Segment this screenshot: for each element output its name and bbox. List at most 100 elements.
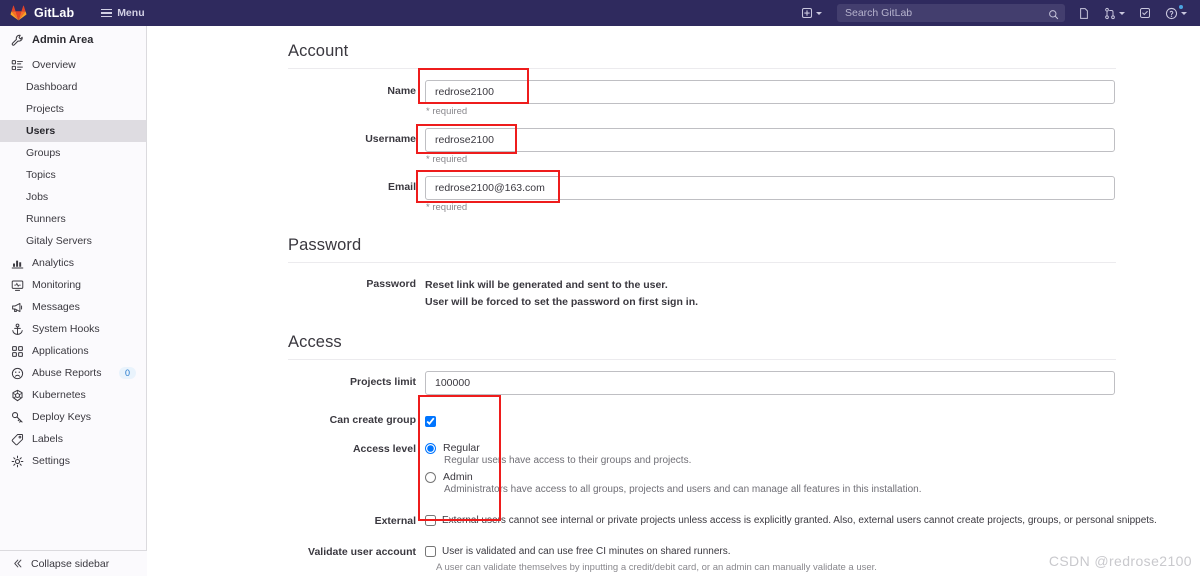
form-row-email: Email * required	[147, 165, 1200, 213]
chevron-down-icon	[1119, 11, 1125, 15]
can-create-group-checkbox[interactable]	[425, 416, 436, 428]
section-heading-password: Password	[288, 213, 1116, 263]
label-projects-limit: Projects limit	[350, 376, 416, 388]
sidebar-item-runners[interactable]: Runners	[0, 208, 146, 230]
merge-requests-button[interactable]	[1097, 0, 1132, 26]
form-row-username: Username * required	[147, 117, 1200, 165]
section-heading-access: Access	[288, 310, 1116, 360]
navbar-menu-button[interactable]: Menu	[96, 4, 149, 22]
access-level-option-admin[interactable]: Admin	[425, 471, 1115, 483]
form-row-external: External External users cannot see inter…	[147, 500, 1200, 528]
sidebar-item-label: Runners	[26, 213, 66, 225]
label-can-create-group: Can create group	[329, 414, 416, 426]
sidebar-item-label: Groups	[26, 147, 61, 159]
form-row-name: Name * required	[147, 69, 1200, 117]
wrench-icon	[10, 33, 24, 47]
search-icon	[1048, 7, 1059, 25]
global-search[interactable]	[837, 4, 1065, 22]
label-username: Username	[365, 133, 416, 145]
sidebar-item-settings[interactable]: Settings	[0, 450, 146, 472]
validate-user-account-description: User is validated and can use free CI mi…	[442, 546, 731, 557]
notification-dot	[1179, 5, 1183, 9]
navbar-right-group	[794, 0, 1200, 26]
sidebar-item-labels[interactable]: Labels	[0, 428, 146, 450]
sidebar-item-users[interactable]: Users	[0, 120, 146, 142]
watermark: CSDN @redrose2100	[1048, 553, 1192, 569]
username-hint: * required	[426, 154, 468, 165]
sidebar-item-kubernetes[interactable]: Kubernetes	[0, 384, 146, 406]
collapse-sidebar-button[interactable]: Collapse sidebar	[0, 550, 147, 576]
sidebar-nav-list: Overview Dashboard Projects Users Groups Topi…	[0, 54, 146, 472]
todos-button[interactable]	[1132, 0, 1158, 26]
top-navbar: GitLab Menu	[0, 0, 1200, 26]
email-hint: * required	[426, 202, 468, 213]
navbar-left-group: GitLab Menu	[0, 4, 150, 22]
password-reset-line1: Reset link will be generated and sent to…	[425, 279, 668, 291]
sidebar-item-label: Settings	[32, 455, 70, 467]
username-input[interactable]	[425, 128, 1115, 152]
sidebar-item-label: System Hooks	[32, 323, 100, 335]
access-level-option-regular[interactable]: Regular	[425, 442, 1115, 454]
sidebar-item-jobs[interactable]: Jobs	[0, 186, 146, 208]
sidebar-item-label: Messages	[32, 301, 80, 313]
sidebar-item-abuse-reports[interactable]: Abuse Reports 0	[0, 362, 146, 384]
sidebar-item-projects[interactable]: Projects	[0, 98, 146, 120]
name-input[interactable]	[425, 80, 1115, 104]
sidebar-item-deploy-keys[interactable]: Deploy Keys	[0, 406, 146, 428]
kubernetes-icon	[10, 388, 24, 402]
chevron-down-icon	[816, 11, 822, 15]
sidebar-item-label: Deploy Keys	[32, 411, 91, 423]
projects-limit-input[interactable]	[425, 371, 1115, 395]
chart-icon	[10, 256, 24, 270]
access-level-radio-regular[interactable]	[425, 442, 436, 454]
sidebar-item-topics[interactable]: Topics	[0, 164, 146, 186]
access-level-label-admin: Admin	[443, 471, 473, 483]
sidebar-item-analytics[interactable]: Analytics	[0, 252, 146, 274]
sidebar-item-dashboard[interactable]: Dashboard	[0, 76, 146, 98]
gitlab-logo-icon[interactable]	[10, 5, 27, 21]
email-input[interactable]	[425, 176, 1115, 200]
applications-icon	[10, 344, 24, 358]
merge-request-icon	[1104, 7, 1116, 20]
label-external: External	[374, 515, 416, 527]
double-chevron-left-icon	[10, 557, 24, 571]
search-input[interactable]	[837, 7, 1065, 19]
access-level-radio-admin[interactable]	[425, 471, 436, 483]
label-icon	[10, 432, 24, 446]
sidebar-header-admin-area[interactable]: Admin Area	[0, 26, 146, 54]
form-row-password: Password Reset link will be generated an…	[147, 263, 1200, 310]
abuse-icon	[10, 366, 24, 380]
help-button[interactable]	[1158, 0, 1194, 26]
issues-button[interactable]	[1071, 0, 1097, 26]
label-access-level: Access level	[352, 443, 416, 455]
create-new-button[interactable]	[794, 0, 829, 26]
label-validate-user-account: Validate user account	[308, 546, 416, 558]
sidebar-item-system-hooks[interactable]: System Hooks	[0, 318, 146, 340]
sidebar-item-badge: 0	[118, 367, 136, 379]
sidebar-item-label: Jobs	[26, 191, 49, 203]
sidebar-item-label: Projects	[26, 103, 64, 115]
sidebar-item-groups[interactable]: Groups	[0, 142, 146, 164]
form-row-validate-user-account: Validate user account User is validated …	[147, 528, 1200, 573]
external-checkbox[interactable]	[425, 515, 436, 526]
issues-icon	[1078, 7, 1090, 20]
sidebar-item-gitaly-servers[interactable]: Gitaly Servers	[0, 230, 146, 252]
sidebar-item-label: Labels	[32, 433, 63, 445]
sidebar-item-label: Applications	[32, 345, 89, 357]
collapse-sidebar-label: Collapse sidebar	[31, 557, 110, 570]
overview-icon	[10, 58, 24, 72]
chevron-down-icon	[1181, 11, 1187, 15]
sidebar-item-label: Kubernetes	[32, 389, 86, 401]
main-content: Account Name * required Username * requi…	[147, 26, 1200, 576]
access-level-label-regular: Regular	[443, 442, 480, 454]
sidebar-item-label: Dashboard	[26, 81, 78, 93]
sidebar-item-overview[interactable]: Overview	[0, 54, 146, 76]
access-level-desc-regular: Regular users have access to their group…	[444, 455, 692, 466]
sidebar-item-label: Topics	[26, 169, 56, 181]
validate-user-account-checkbox[interactable]	[425, 546, 436, 557]
sidebar-item-label: Abuse Reports	[32, 367, 102, 379]
sidebar-item-applications[interactable]: Applications	[0, 340, 146, 362]
sidebar-item-messages[interactable]: Messages	[0, 296, 146, 318]
sidebar-item-monitoring[interactable]: Monitoring	[0, 274, 146, 296]
external-description: External users cannot see internal or pr…	[442, 515, 1157, 526]
